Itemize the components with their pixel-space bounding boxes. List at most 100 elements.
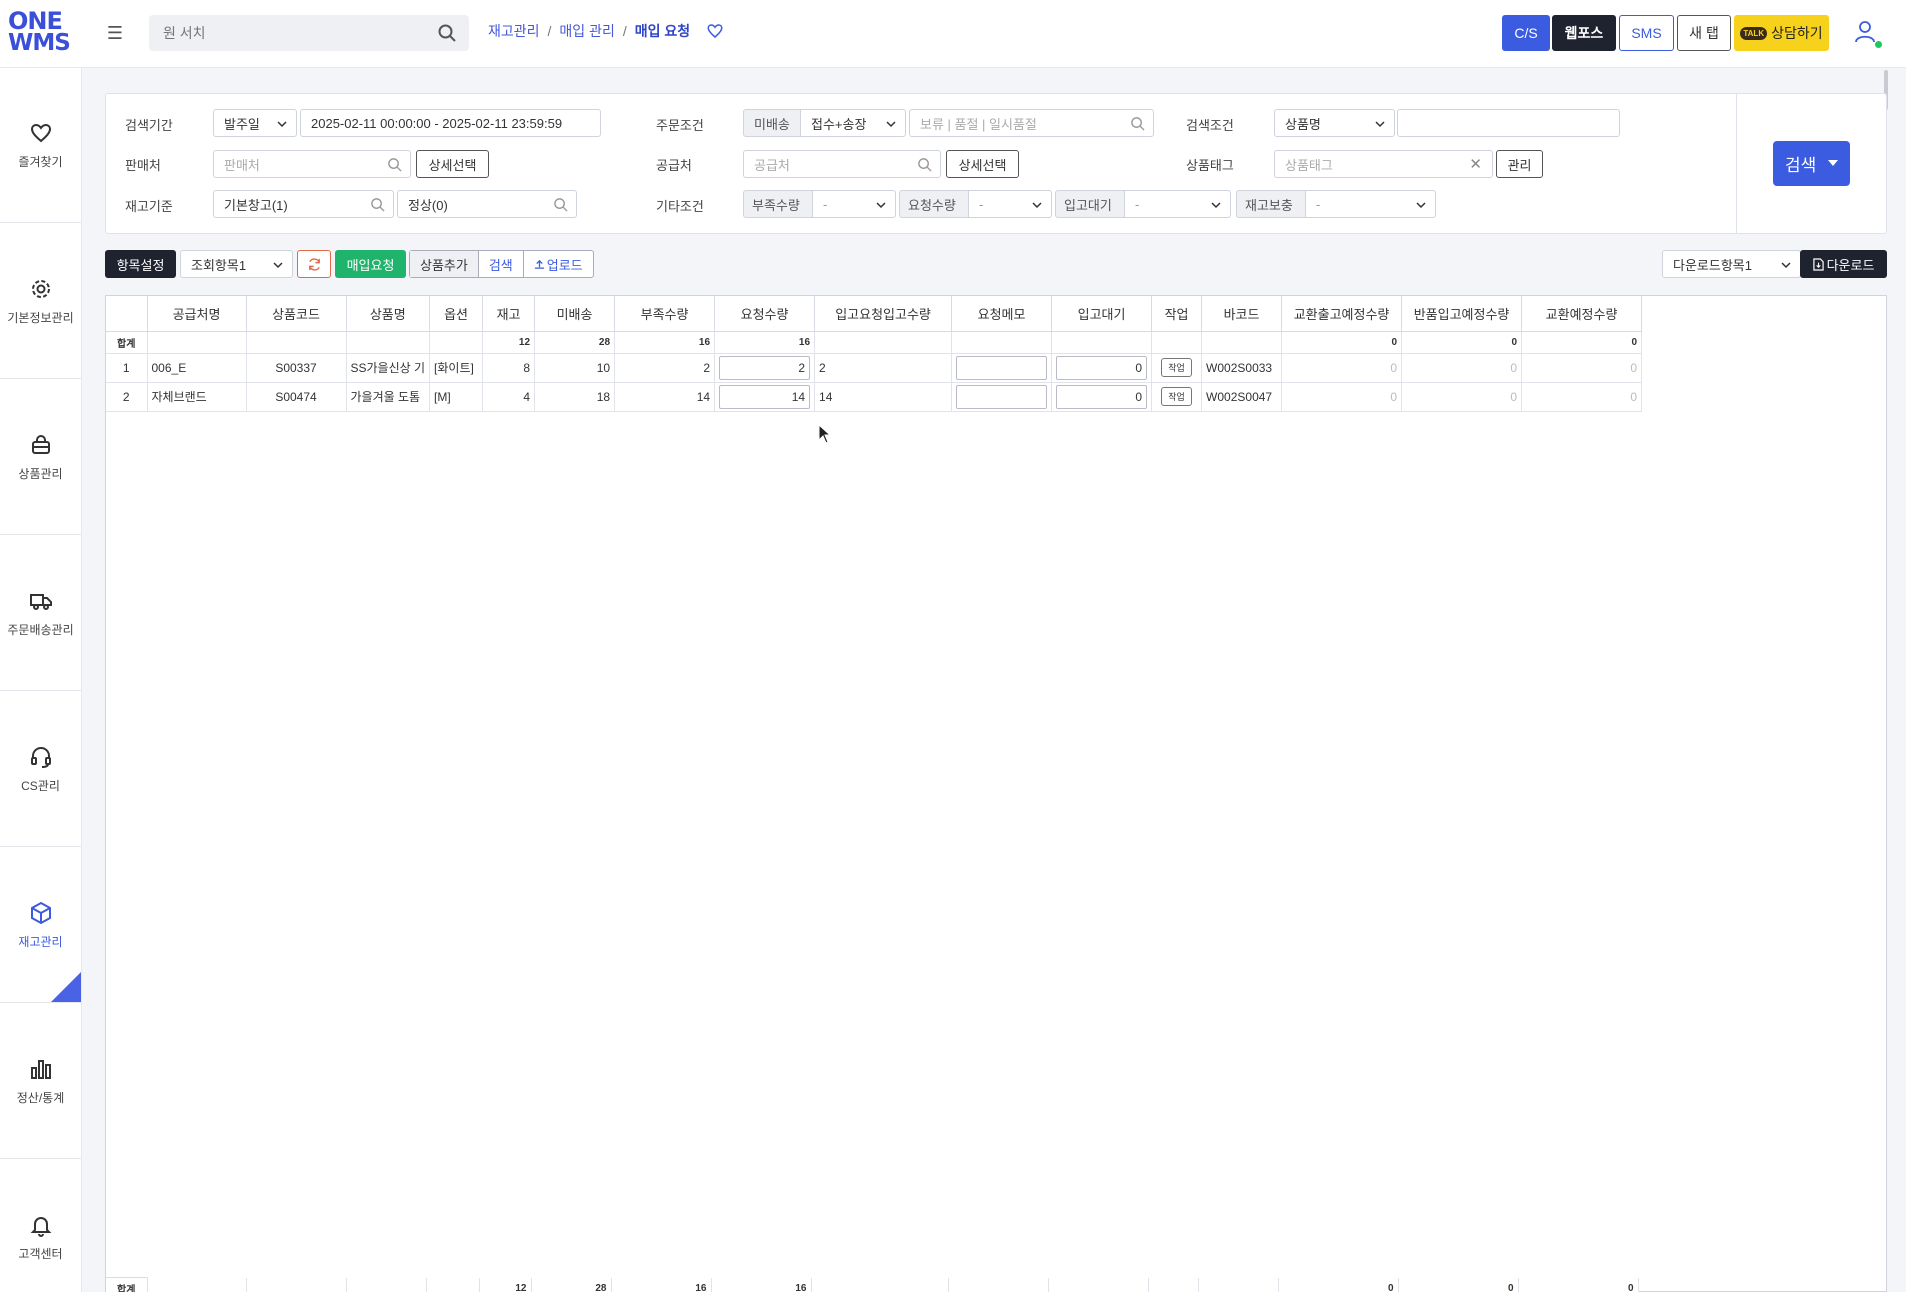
grid-header-row: 공급처명 상품코드 상품명 옵션 재고 미배송 부족수량 요청수량 입고요청입고… bbox=[106, 296, 1643, 332]
sidebar-item-orders[interactable]: 주문배송관리 bbox=[0, 536, 81, 691]
supplier-input[interactable]: 공급처 bbox=[743, 150, 941, 178]
period-range-input[interactable]: 2025-02-11 00:00:00 - 2025-02-11 23:59:5… bbox=[300, 109, 601, 137]
upload-button[interactable]: 업로드 bbox=[524, 251, 593, 277]
new-tab-button[interactable]: 새 탭 bbox=[1677, 15, 1731, 51]
purchase-request-button[interactable]: 매입요청 bbox=[335, 250, 406, 278]
cell-work[interactable]: 작업 bbox=[1151, 353, 1203, 383]
request-qty-input[interactable]: 2 bbox=[719, 355, 811, 380]
download-button[interactable]: 다운로드 bbox=[1800, 250, 1887, 278]
favorite-heart-icon[interactable] bbox=[706, 22, 724, 40]
col-header-exch-out[interactable]: 교환출고예정수량 bbox=[1281, 296, 1403, 332]
search-cond-select[interactable]: 상품명 bbox=[1274, 109, 1395, 137]
grid-search-button[interactable]: 검색 bbox=[479, 251, 524, 277]
search-keyword-input[interactable] bbox=[1397, 109, 1620, 137]
col-header-option[interactable]: 옵션 bbox=[429, 296, 484, 332]
order-status-input[interactable]: 보류 | 품절 | 일시품절 bbox=[909, 109, 1154, 137]
global-search-input[interactable] bbox=[149, 15, 419, 51]
chevron-down-icon bbox=[1032, 202, 1042, 209]
cell-shortage: 2 bbox=[614, 353, 716, 383]
cell-memo[interactable] bbox=[951, 353, 1053, 383]
sum-label: 합계 bbox=[106, 331, 148, 354]
webpos-button[interactable]: 웹포스 bbox=[1552, 15, 1616, 51]
clear-icon[interactable]: ✕ bbox=[1469, 155, 1482, 173]
order-cond-select[interactable]: 접수+송장 bbox=[800, 109, 906, 137]
inbound-wait-select[interactable]: - bbox=[1124, 190, 1231, 218]
work-button[interactable]: 작업 bbox=[1161, 358, 1192, 377]
breadcrumb-item-purchase[interactable]: 매입 관리 bbox=[559, 21, 614, 41]
sidebar-item-stats[interactable]: 정산/통계 bbox=[0, 1004, 81, 1159]
add-product-button[interactable]: 상품추가 bbox=[410, 251, 479, 277]
col-header-wait[interactable]: 입고대기 bbox=[1051, 296, 1153, 332]
user-avatar[interactable] bbox=[1852, 18, 1882, 48]
memo-input[interactable] bbox=[956, 384, 1048, 409]
sum-cell bbox=[1198, 1277, 1279, 1292]
footer-sum-exch-out: 0 bbox=[1278, 1277, 1399, 1292]
cell-memo[interactable] bbox=[951, 382, 1053, 412]
caret-down-icon[interactable] bbox=[1828, 160, 1838, 166]
cell-request[interactable]: 14 bbox=[714, 382, 816, 412]
sum-row: 합계 12 28 16 16 0 0 0 bbox=[106, 331, 1643, 354]
period-type-select[interactable]: 발주일 bbox=[213, 109, 297, 137]
wait-qty-input[interactable]: 0 bbox=[1056, 384, 1148, 409]
product-tag-input[interactable]: 상품태그 ✕ bbox=[1274, 150, 1493, 178]
col-header-req-in[interactable]: 입고요청입고수량 bbox=[814, 296, 953, 332]
toolbar-button-group: 상품추가 검색 업로드 bbox=[409, 250, 594, 278]
search-submit-button[interactable]: 검색 bbox=[1773, 141, 1850, 186]
col-header-return-in[interactable]: 반품입고예정수량 bbox=[1401, 296, 1523, 332]
download-columns-select[interactable]: 다운로드항목1 bbox=[1662, 250, 1801, 278]
memo-input[interactable] bbox=[956, 355, 1048, 380]
sidebar-item-favorites[interactable]: 즐겨찾기 bbox=[0, 68, 81, 223]
cell-work[interactable]: 작업 bbox=[1151, 382, 1203, 412]
cell-wait[interactable]: 0 bbox=[1051, 353, 1153, 383]
col-header-shortage[interactable]: 부족수량 bbox=[614, 296, 716, 332]
cell-wait[interactable]: 0 bbox=[1051, 382, 1153, 412]
refresh-button[interactable] bbox=[297, 250, 331, 278]
sidebar-item-support[interactable]: 고객센터 bbox=[0, 1160, 81, 1292]
column-settings-button[interactable]: 항목설정 bbox=[105, 250, 176, 278]
sms-button[interactable]: SMS bbox=[1619, 15, 1674, 51]
footer-sum-undelivered: 28 bbox=[531, 1277, 612, 1292]
stock-status-input[interactable]: 정상(0) bbox=[397, 190, 577, 218]
consult-button[interactable]: TALK 상담하기 bbox=[1734, 15, 1829, 51]
supplier-detail-button[interactable]: 상세선택 bbox=[946, 150, 1019, 178]
col-header-name[interactable]: 상품명 bbox=[346, 296, 431, 332]
footer-sum-row: 합계 12 28 16 16 0 0 0 bbox=[106, 1277, 1639, 1292]
onewms-logo[interactable]: ONE WMS bbox=[8, 9, 71, 58]
wait-qty-input[interactable]: 0 bbox=[1056, 355, 1148, 380]
sidebar-item-stock[interactable]: 재고관리 bbox=[0, 848, 81, 1003]
table-row[interactable]: 2 자체브랜드 S00474 가을겨울 도톰 [M] 4 18 14 14 14… bbox=[106, 382, 1643, 412]
warehouse-input[interactable]: 기본창고(1) bbox=[213, 190, 394, 218]
sidebar-item-basic-info[interactable]: 기본정보관리 bbox=[0, 224, 81, 379]
col-header-stock[interactable]: 재고 bbox=[482, 296, 536, 332]
col-header-supplier[interactable]: 공급처명 bbox=[147, 296, 247, 332]
cell-request[interactable]: 2 bbox=[714, 353, 816, 383]
seller-input[interactable]: 판매처 bbox=[213, 150, 411, 178]
col-header-memo[interactable]: 요청메모 bbox=[951, 296, 1053, 332]
cell-req-in: 14 bbox=[814, 382, 953, 412]
request-qty-select[interactable]: - bbox=[968, 190, 1052, 218]
breadcrumb-item-stock[interactable]: 재고관리 bbox=[488, 21, 540, 41]
restock-select[interactable]: - bbox=[1305, 190, 1436, 218]
col-header-barcode[interactable]: 바코드 bbox=[1201, 296, 1283, 332]
sidebar-item-products[interactable]: 상품관리 bbox=[0, 380, 81, 535]
sidebar-item-cs[interactable]: CS관리 bbox=[0, 692, 81, 847]
bell-icon bbox=[30, 1217, 51, 1237]
cell-return-in: 0 bbox=[1401, 353, 1523, 383]
col-header-exch[interactable]: 교환예정수량 bbox=[1521, 296, 1643, 332]
col-header-work[interactable]: 작업 bbox=[1151, 296, 1203, 332]
col-header-undelivered[interactable]: 미배송 bbox=[534, 296, 616, 332]
col-header-code[interactable]: 상품코드 bbox=[246, 296, 347, 332]
view-columns-select[interactable]: 조회항목1 bbox=[180, 250, 293, 278]
chevron-down-icon bbox=[876, 202, 886, 209]
tag-manage-button[interactable]: 관리 bbox=[1496, 150, 1543, 178]
request-qty-input[interactable]: 14 bbox=[719, 384, 811, 409]
cs-button[interactable]: C/S bbox=[1502, 15, 1550, 51]
work-button[interactable]: 작업 bbox=[1161, 387, 1192, 406]
search-icon[interactable] bbox=[437, 23, 457, 43]
col-header-request[interactable]: 요청수량 bbox=[714, 296, 816, 332]
shortage-select[interactable]: - bbox=[812, 190, 896, 218]
menu-icon[interactable]: ☰ bbox=[104, 22, 126, 44]
cell-exch: 0 bbox=[1521, 353, 1643, 383]
seller-detail-button[interactable]: 상세선택 bbox=[416, 150, 489, 178]
table-row[interactable]: 1 006_E S00337 SS가을신상 기 [화이트] 8 10 2 2 2… bbox=[106, 353, 1643, 383]
